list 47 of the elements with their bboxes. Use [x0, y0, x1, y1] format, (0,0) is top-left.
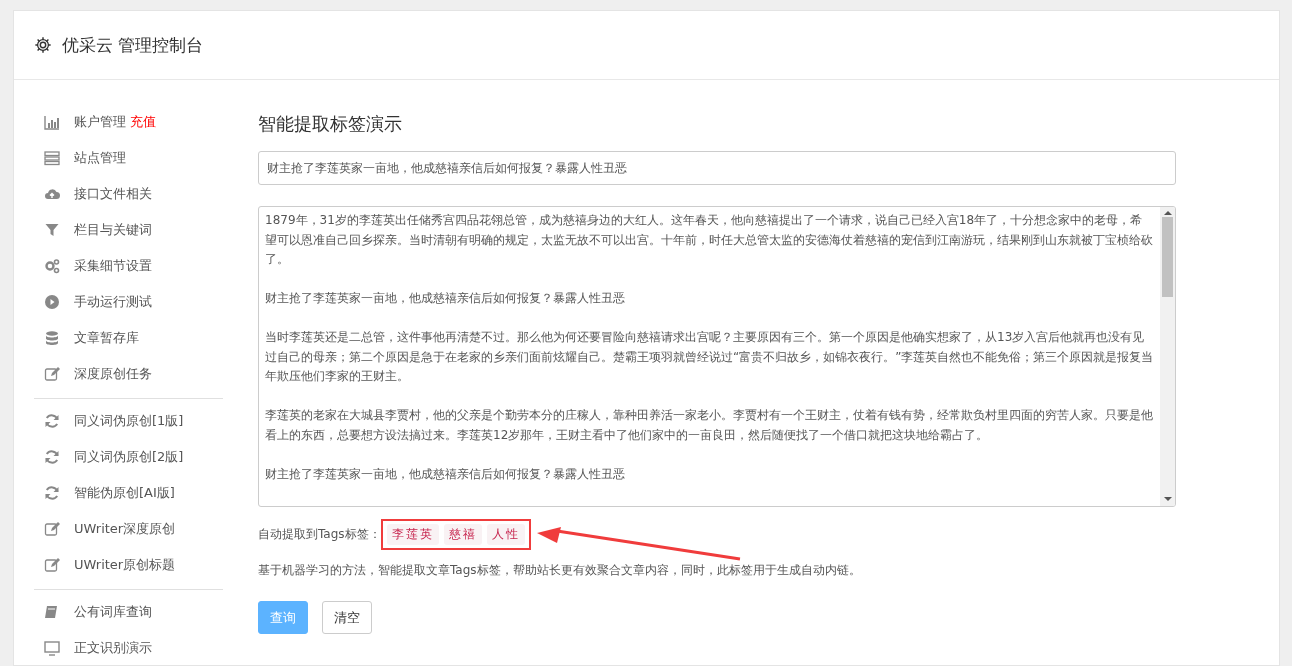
refresh-icon [44, 413, 60, 429]
sidebar-item[interactable]: UWriter深度原创 [34, 511, 223, 547]
tag: 人性 [486, 523, 525, 545]
title-input[interactable]: 财主抢了李莲英家一亩地，他成慈禧亲信后如何报复？暴露人性丑恶 [258, 151, 1176, 185]
refresh-icon [44, 449, 60, 465]
sidebar-item[interactable]: 接口文件相关 [34, 176, 223, 212]
page-heading: 智能提取标签演示 [258, 112, 403, 136]
content-paragraph: 财主抢了李莲英家一亩地，他成慈禧亲信后如何报复？暴露人性丑恶 [265, 465, 626, 483]
server-icon [44, 150, 60, 166]
tag: 李莲英 [386, 523, 439, 545]
sidebar-item[interactable]: 文章暂存库 [34, 320, 223, 356]
sidebar-item[interactable]: 同义词伪原创[2版] [34, 439, 223, 475]
play-icon [44, 294, 60, 310]
bar-chart-icon [44, 114, 60, 130]
monitor-icon [44, 640, 60, 656]
tags-label: 自动提取到Tags标签： [258, 525, 381, 543]
console-title: 优采云 管理控制台 [62, 33, 204, 57]
content-paragraph: 当时李莲英还是二总管，这件事他再清楚不过。那么他为何还要冒险向慈禧请求出宫呢？主要原因有三个。第一个原因是他确实想家了，从13岁入宫后他就再也没有见过自己的母亲；第二个原因是急于在老家的乡亲们面前炫耀自己。楚霸王项羽就曾经说过“富贵不归故乡，如锦衣夜行。”李莲英自然也不能免俗；第三个原因就是报复当年欺压他们李家的王财主。 [265, 329, 1154, 385]
sidebar-item[interactable]: 栏目与关键词 [34, 212, 223, 248]
content-paragraph: 1879年，31岁的李莲英出任储秀宫四品花翎总管，成为慈禧身边的大红人。这年春天，他向慈禧提出了一个请求，说自己已经入宫18年了，十分想念家中的老母，希望可以恩准自己回乡探亲。当时清朝有明确的规定，太监无故不可以出宫。十年前，时任大总管太监的安德海仗着慈禧的宠信到江南游玩，结果刚到山东就被丁宝桢给砍了。 [265, 212, 1154, 268]
sidebar-item[interactable]: 智能伪原创[AI版] [34, 475, 223, 511]
clear-button[interactable]: 清空 [322, 601, 372, 634]
edit-icon [44, 366, 60, 382]
sidebar-item[interactable]: 公有词库查询 [34, 594, 223, 630]
tag: 慈禧 [443, 523, 482, 545]
gears-icon [44, 258, 60, 274]
sidebar-item[interactable]: 同义词伪原创[1版] [34, 403, 223, 439]
content-paragraph: 李莲英的老家在大城县李贾村，他的父亲是个勤劳本分的庄稼人，靠种田养活一家老小。李贾村有一个王财主，仗着有钱有势，经常欺负村里四面的穷苦人家。只要是他看上的东西，总要想方设法搞过来。李莲英12岁那年，王财主看中了他们家中的一亩良田，然后随便找了一个借口就把这块地给霸占了。 [265, 407, 1154, 444]
refresh-icon [44, 485, 60, 501]
edit-icon [44, 521, 60, 537]
sidebar-item[interactable]: 正文识别演示 [34, 630, 223, 665]
sidebar-item[interactable]: 采集细节设置 [34, 248, 223, 284]
edit-icon [44, 557, 60, 573]
description-text: 基于机器学习的方法，智能提取文章Tags标签，帮助站长更有效聚合文章内容，同时，此标签用于生成自动内链。 [258, 562, 862, 579]
sidebar-item[interactable]: UWriter原创标题 [34, 547, 223, 583]
content-textarea[interactable] [258, 206, 1176, 507]
cloud-upload-icon [44, 186, 60, 202]
sidebar-item[interactable]: 站点管理 [34, 140, 223, 176]
book-icon [44, 604, 60, 620]
filter-icon [44, 222, 60, 238]
content-paragraph: 财主抢了李莲英家一亩地，他成慈禧亲信后如何报复？暴露人性丑恶 [265, 290, 626, 307]
database-icon [44, 330, 60, 346]
settings-icon [34, 36, 52, 54]
sidebar-item[interactable]: 手动运行测试 [34, 284, 223, 320]
sidebar-item[interactable]: 账户管理 充值 [34, 104, 223, 140]
scrollbar[interactable] [1160, 207, 1175, 506]
sidebar-item[interactable]: 深度原创任务 [34, 356, 223, 392]
